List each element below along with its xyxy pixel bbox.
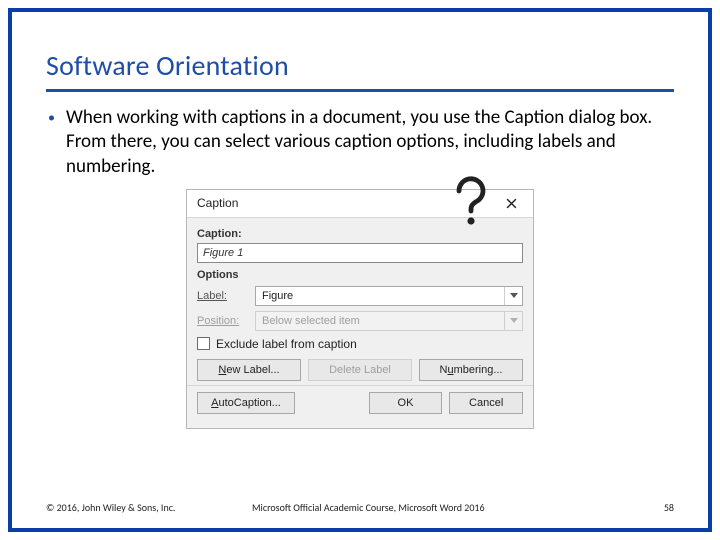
position-select: Below selected item — [255, 311, 523, 331]
bullet-icon: • — [46, 106, 66, 179]
footer-copyright: © 2016, John Wiley & Sons, Inc. — [46, 501, 216, 514]
autocaption-button[interactable]: AutoCaption... — [197, 392, 295, 414]
title-divider — [46, 89, 674, 92]
ok-button-text: OK — [398, 397, 414, 409]
slide-title: Software Orientation — [46, 48, 674, 83]
position-select-value: Below selected item — [262, 315, 360, 327]
ok-button[interactable]: OK — [369, 392, 443, 414]
numbering-button[interactable]: Numbering... — [419, 359, 523, 381]
help-icon — [451, 175, 491, 231]
position-field-label: Position: — [197, 315, 255, 327]
label-field-label: Label: — [197, 290, 255, 302]
exclude-label-text: Exclude label from caption — [216, 337, 357, 351]
caption-input-value: Figure 1 — [203, 247, 243, 259]
caption-input[interactable]: Figure 1 — [197, 243, 523, 263]
close-icon — [506, 198, 517, 209]
help-button[interactable] — [451, 190, 491, 216]
label-select-value: Figure — [262, 290, 293, 302]
autocaption-button-text: utoCaption... — [218, 397, 280, 409]
label-select[interactable]: Figure — [255, 286, 523, 306]
options-section-label: Options — [197, 269, 523, 281]
dialog-divider — [187, 385, 533, 386]
close-button[interactable] — [491, 190, 531, 216]
delete-label-button-text: Delete Label — [329, 364, 391, 376]
cancel-button-text: Cancel — [469, 397, 503, 409]
new-label-button[interactable]: New Label... — [197, 359, 301, 381]
cancel-button[interactable]: Cancel — [449, 392, 523, 414]
chevron-down-icon — [504, 287, 522, 305]
dialog-title: Caption — [197, 196, 451, 210]
chevron-down-icon — [504, 312, 522, 330]
exclude-label-checkbox-row[interactable]: Exclude label from caption — [197, 337, 523, 351]
footer-course: Microsoft Official Academic Course, Micr… — [216, 501, 644, 514]
new-label-button-text: ew Label... — [226, 364, 279, 376]
numbering-button-text: mbering... — [454, 364, 503, 376]
exclude-label-checkbox[interactable] — [197, 337, 210, 350]
dialog-titlebar: Caption — [187, 190, 533, 218]
bullet-text: When working with captions in a document… — [66, 106, 674, 179]
footer-page-number: 58 — [644, 501, 674, 514]
delete-label-button: Delete Label — [308, 359, 412, 381]
caption-dialog: Caption Caption: — [186, 189, 534, 429]
